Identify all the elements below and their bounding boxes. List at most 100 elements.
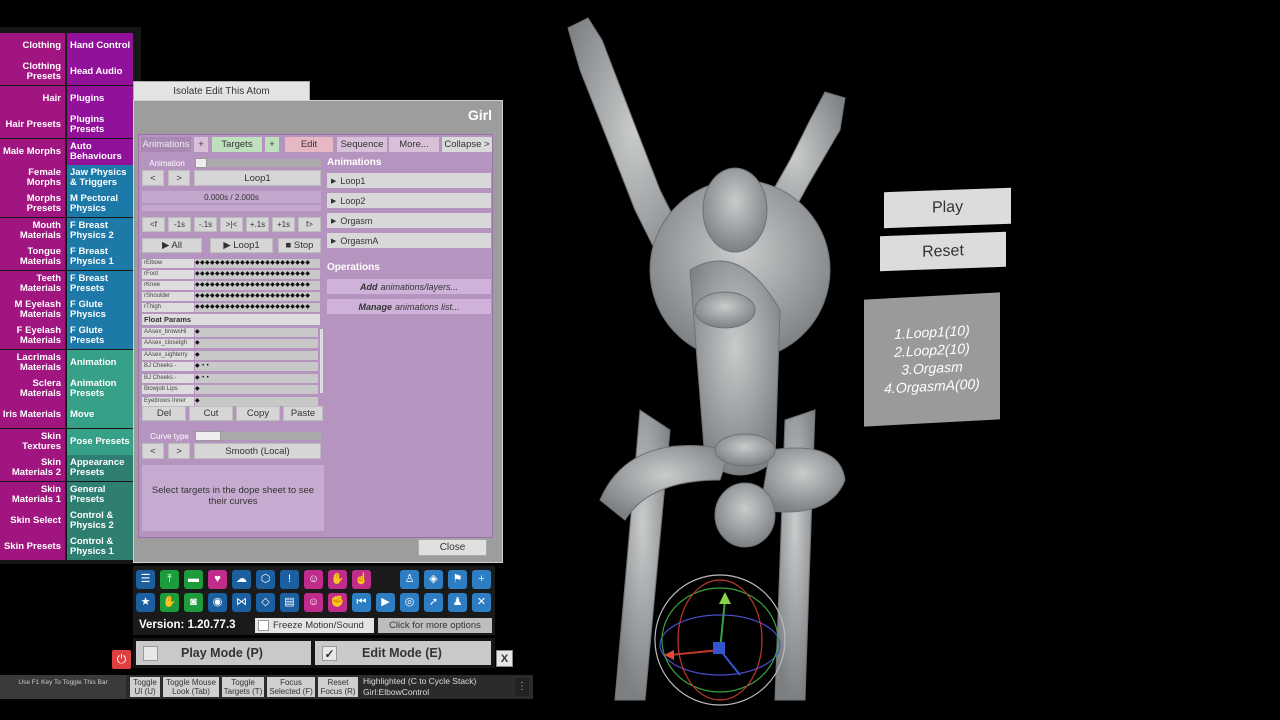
person-add-icon[interactable]: ☺ [304, 570, 323, 589]
scene-reset-button[interactable]: Reset [880, 231, 1006, 272]
float-param-row[interactable]: BJ Cheeks - ◆ • • [142, 362, 318, 372]
dope-row-keyframes[interactable]: ◆◆◆◆◆◆◆◆◆◆◆◆◆◆◆◆◆◆◆◆◆◆◆ [195, 269, 320, 279]
target-icon[interactable]: ◎ [400, 593, 419, 612]
tab-general-presets[interactable]: General Presets [67, 481, 133, 508]
dope-row-keyframes[interactable]: ◆◆◆◆◆◆◆◆◆◆◆◆◆◆◆◆◆◆◆◆◆◆◆ [195, 280, 320, 290]
step-button-5[interactable]: +1s [272, 217, 295, 232]
document-icon[interactable]: ▤ [280, 593, 299, 612]
float-param-row[interactable]: Blowjob Lips ◆ [142, 385, 318, 395]
dope-row-keyframes[interactable]: ◆◆◆◆◆◆◆◆◆◆◆◆◆◆◆◆◆◆◆◆◆◆◆ [195, 302, 320, 312]
prev-animation-button[interactable]: < [142, 170, 164, 186]
tab-female-morphs[interactable]: Female Morphs [0, 164, 66, 191]
copy-keys-button[interactable]: Copy [236, 406, 280, 421]
next-animation-button[interactable]: > [168, 170, 190, 186]
cloud-upload-icon[interactable]: ☁ [232, 570, 251, 589]
cut-keys-button[interactable]: Cut [189, 406, 233, 421]
power-icon[interactable]: ⏻ [112, 650, 131, 669]
float-param-row[interactable]: AAsex_browsHi ◆ [142, 327, 318, 337]
folder-icon[interactable]: ▬ [184, 570, 203, 589]
float-param-keyframes[interactable]: ◆ • • [195, 362, 318, 371]
tab-plugins-presets[interactable]: Plugins Presets [67, 112, 133, 139]
tab-clothing[interactable]: Clothing [0, 33, 66, 59]
dope-scrollbar[interactable] [320, 329, 323, 393]
group-icon[interactable]: ♟ [448, 593, 467, 612]
float-param-keyframes[interactable]: ◆ [195, 396, 318, 406]
tab-jaw-physics-triggers[interactable]: Jaw Physics & Triggers [67, 164, 133, 191]
dope-row-keyframes[interactable]: ◆◆◆◆◆◆◆◆◆◆◆◆◆◆◆◆◆◆◆◆◆◆◆ [195, 258, 320, 268]
tab-control-physics-2[interactable]: Control & Physics 2 [67, 508, 133, 535]
step-button-3[interactable]: >|< [220, 217, 243, 232]
tab-edit[interactable]: Edit [285, 137, 333, 152]
tab-f-breast-physics-2[interactable]: F Breast Physics 2 [67, 217, 133, 244]
dope-row-keyframes[interactable]: ◆◆◆◆◆◆◆◆◆◆◆◆◆◆◆◆◆◆◆◆◆◆◆ [195, 291, 320, 301]
bottom-button-toggle-mouse-look-tab[interactable]: Toggle Mouse Look (Tab) [163, 677, 219, 697]
tab-hair-presets[interactable]: Hair Presets [0, 112, 66, 139]
prev-curve-button[interactable]: < [142, 443, 164, 459]
alert-icon[interactable]: ! [280, 570, 299, 589]
operation-item[interactable]: Add animations/layers... [327, 279, 491, 294]
bottom-button-focus-selected-f[interactable]: Focus Selected (F) [267, 677, 315, 697]
step-button-2[interactable]: -.1s [194, 217, 217, 232]
add-target-button[interactable]: + [265, 137, 279, 152]
pointer-hand-icon[interactable]: ☝ [352, 570, 371, 589]
float-param-keyframes[interactable]: ◆ [195, 350, 318, 360]
drag-handle-icon[interactable]: ⋮ [515, 678, 529, 696]
tab-hand-control[interactable]: Hand Control [67, 33, 133, 59]
tab-appearance-presets[interactable]: Appearance Presets [67, 455, 133, 482]
paste-keys-button[interactable]: Paste [283, 406, 323, 421]
flag-icon[interactable]: ⚑ [448, 570, 467, 589]
edit-mode-button[interactable]: ✓ Edit Mode (E) [315, 641, 491, 665]
like-icon[interactable]: ♥ [208, 570, 227, 589]
step-button-1[interactable]: -1s [168, 217, 191, 232]
float-param-keyframes[interactable]: ◆ • • [195, 373, 318, 383]
plus-icon[interactable]: + [472, 570, 491, 589]
hand-open-icon[interactable]: ✋ [160, 593, 179, 612]
animation-item-orgasma[interactable]: ▶ OrgasmA [327, 233, 491, 248]
freeze-motion-toggle[interactable]: Freeze Motion/Sound [255, 618, 374, 633]
tab-lacrimals-materials[interactable]: Lacrimals Materials [0, 349, 66, 376]
step-button-0[interactable]: <f [142, 217, 165, 232]
tab-hair[interactable]: Hair [0, 85, 66, 112]
animation-slider-knob[interactable] [195, 158, 207, 168]
float-param-keyframes[interactable]: ◆ [195, 327, 318, 337]
bottom-button-toggle-targets-t[interactable]: Toggle Targets (T) [222, 677, 264, 697]
tab-more[interactable]: More... [389, 137, 439, 152]
animation-item-orgasm[interactable]: ▶ Orgasm [327, 213, 491, 228]
animation-item-loop2[interactable]: ▶ Loop2 [327, 193, 491, 208]
operation-item[interactable]: Manage animations list... [327, 299, 491, 314]
dope-row[interactable]: rKnee ◆◆◆◆◆◆◆◆◆◆◆◆◆◆◆◆◆◆◆◆◆◆◆ [142, 280, 320, 290]
close-ui-button[interactable]: X [496, 650, 513, 667]
stop-button[interactable]: ■ Stop [278, 238, 321, 253]
animation-select[interactable]: Loop1 [194, 170, 321, 186]
float-param-row[interactable]: AAsex_sighterry ◆ [142, 350, 318, 360]
tab-mouth-materials[interactable]: Mouth Materials [0, 217, 66, 244]
play-mode-button[interactable]: Play Mode (P) [136, 641, 311, 665]
isolate-atom-button[interactable]: Isolate Edit This Atom [133, 81, 310, 102]
tab-f-eyelash-materials[interactable]: F Eyelash Materials [0, 323, 66, 350]
play-all-button[interactable]: ▶ All [142, 238, 202, 253]
float-param-row[interactable]: AAsex_closeIgh ◆ [142, 339, 318, 349]
play-loop-button[interactable]: ▶ Loop1 [210, 238, 273, 253]
tab-skin-textures[interactable]: Skin Textures [0, 428, 66, 455]
tab-targets[interactable]: Targets [212, 137, 262, 152]
nodes-icon[interactable]: ⋈ [232, 593, 251, 612]
dropbox-icon[interactable]: ◇ [256, 593, 275, 612]
tab-sclera-materials[interactable]: Sclera Materials [0, 376, 66, 403]
tab-iris-materials[interactable]: Iris Materials [0, 402, 66, 429]
step-button-6[interactable]: f> [298, 217, 321, 232]
tab-skin-select[interactable]: Skin Select [0, 508, 66, 535]
dope-row[interactable]: rElbow ◆◆◆◆◆◆◆◆◆◆◆◆◆◆◆◆◆◆◆◆◆◆◆ [142, 258, 320, 268]
dope-row[interactable]: rThigh ◆◆◆◆◆◆◆◆◆◆◆◆◆◆◆◆◆◆◆◆◆◆◆ [142, 302, 320, 312]
bottom-button-toggle-ui-u[interactable]: Toggle UI (U) [130, 677, 160, 697]
tab-m-pectoral-physics[interactable]: M Pectoral Physics [67, 191, 133, 218]
tab-plugins[interactable]: Plugins [67, 85, 133, 112]
cursor-icon[interactable]: ➚ [424, 593, 443, 612]
hand-grab-icon[interactable]: ✊ [328, 593, 347, 612]
tab-pose-presets[interactable]: Pose Presets [67, 428, 133, 455]
menu-icon[interactable]: ☰ [136, 570, 155, 589]
person-icon[interactable]: ♙ [400, 570, 419, 589]
float-param-keyframes[interactable]: ◆ [195, 385, 318, 394]
float-param-row[interactable]: Eyebrows Inner ◆ [142, 396, 318, 406]
tab-clothing-presets[interactable]: Clothing Presets [0, 59, 66, 86]
more-options-button[interactable]: Click for more options [378, 618, 492, 633]
